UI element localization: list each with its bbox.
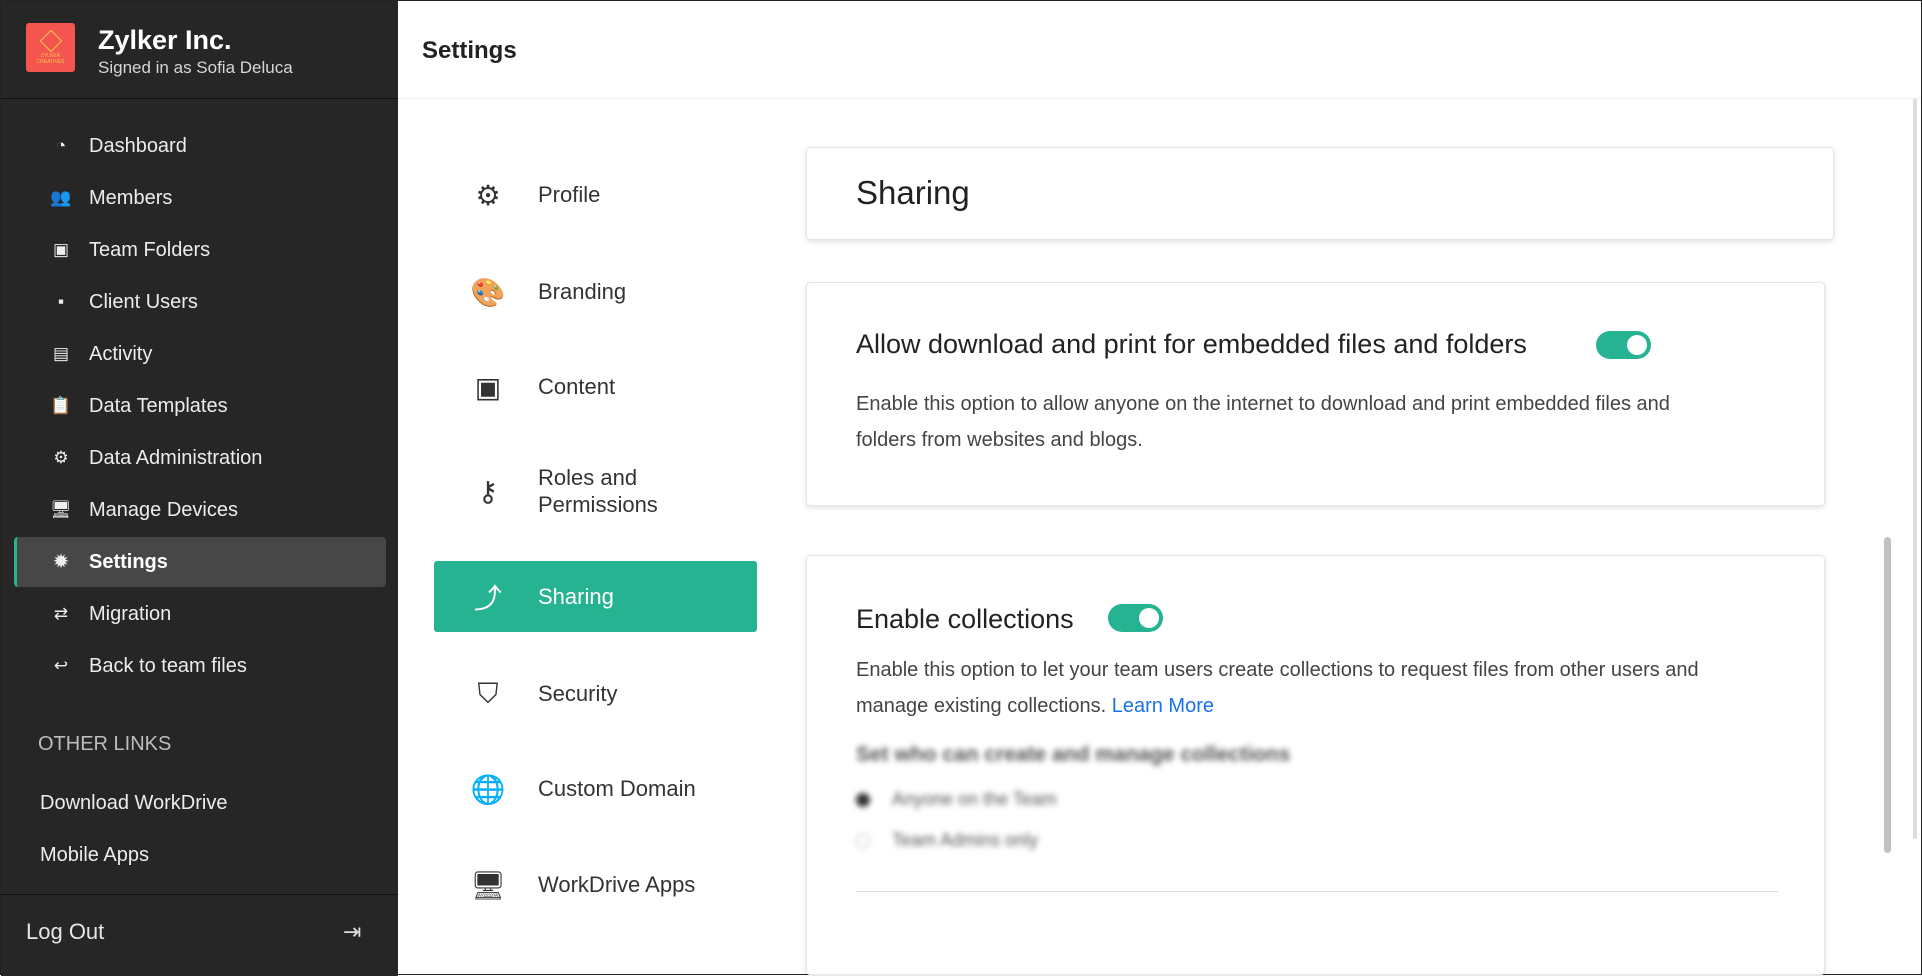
other-links-heading: OTHER LINKS [38,733,172,755]
sidebar-item-label: Client Users [89,290,198,313]
sidebar-item-members[interactable]: 👥 Members [14,173,386,223]
radio-selected-icon[interactable] [856,792,870,807]
settings-menu-roles-and-permissions[interactable]: ⚷ Roles and Permissions [434,465,757,517]
sidebar-item-data-templates[interactable]: 📋 Data Templates [14,381,386,431]
sidebar-item-dashboard[interactable]: ◔ Dashboard [14,121,386,171]
sidebar-item-label: Data Administration [89,446,263,469]
org-header: ZYLKER CREATIVES Zylker Inc. Signed in a… [1,1,398,99]
settings-menu-label: WorkDrive Apps [538,872,696,897]
data-gear-icon: ⚙ [53,448,69,467]
settings-menu-label: Custom Domain [538,776,696,801]
collections-permission-heading: Set who can create and manage collection… [856,743,1291,766]
profile-gear-icon: ⚙ [475,179,501,211]
settings-menu-label: Security [538,681,618,706]
sidebar-item-label: Settings [89,550,168,573]
palette-icon: 🎨 [470,276,506,308]
embedded-download-title: Allow download and print for embedded fi… [856,329,1527,359]
sidebar: ZYLKER CREATIVES Zylker Inc. Signed in a… [1,1,398,976]
sidebar-item-client-users[interactable]: ▪ Client Users [14,277,386,327]
settings-menu-label: Profile [538,182,601,207]
settings-menu-profile[interactable]: ⚙ Profile [434,170,757,220]
sidebar-item-team-folders[interactable]: ▣ Team Folders [14,225,386,275]
settings-menu-label: Branding [538,279,627,304]
globe-icon: 🌐 [470,773,506,805]
return-icon: ↩ [53,656,69,675]
migration-icon: ⇄ [53,604,69,623]
scrollbar[interactable] [1884,537,1891,853]
sidebar-item-data-administration[interactable]: ⚙ Data Administration [14,433,386,483]
collections-desc: Enable this option to let your team user… [856,659,1699,717]
settings-menu-content[interactable]: ▣ Content [434,362,757,412]
user-card-icon: ▪ [57,292,65,311]
sidebar-item-label: Team Folders [89,238,211,261]
main-header [398,1,1921,99]
sidebar-item-manage-devices[interactable]: 🖥 Manage Devices [14,485,386,535]
clipboard-icon: 📋 [50,396,72,415]
sidebar-item-label: Migration [89,602,172,625]
divider [1,894,398,895]
radio-admins[interactable]: Team Admins only [856,830,1038,851]
collections-card: Enable collections Enable this option to… [806,555,1825,975]
settings-menu-security[interactable]: ⛉ Security [434,669,757,719]
embedded-download-card: Allow download and print for embedded fi… [806,282,1825,506]
settings-menu-label: Sharing [538,583,614,609]
radio-anyone[interactable]: Anyone on the Team [856,789,1057,810]
page-title: Settings [422,37,517,64]
settings-menu-workdrive-apps[interactable]: 🖥 WorkDrive Apps [434,860,757,910]
settings-menu-label: Content [538,374,616,399]
sidebar-item-label: Back to team files [89,654,247,677]
collections-title: Enable collections [856,604,1074,634]
sidebar-item-label: Data Templates [89,394,228,417]
sidebar-item-label: Manage Devices [89,498,238,521]
org-name: Zylker Inc. [98,25,232,55]
settings-menu-custom-domain[interactable]: 🌐 Custom Domain [434,764,757,814]
team-folder-icon: ▣ [52,240,70,259]
section-title-card: Sharing [806,147,1834,240]
sidebar-item-back-to-team-files[interactable]: ↩ Back to team files [14,641,386,691]
sidebar-item-activity[interactable]: ▤ Activity [14,329,386,379]
page-scrollbar[interactable] [1913,99,1917,839]
safe-icon: ▣ [474,371,502,403]
sidebar-item-label: Members [89,186,173,209]
users-icon: 👥 [50,188,72,207]
mobile-apps-link[interactable]: Mobile Apps [40,844,149,867]
logout-button[interactable]: Log Out [26,919,104,945]
sidebar-item-label: Dashboard [89,134,187,157]
shield-icon: ⛉ [477,677,499,709]
settings-menu-label: Roles and Permissions [538,465,658,517]
sidebar-item-settings[interactable]: ✹ Settings [14,537,386,587]
settings-menu-sharing[interactable]: ⤴ Sharing [434,561,757,632]
embedded-download-desc: Enable this option to allow anyone on th… [856,393,1670,451]
section-title: Sharing [856,174,970,211]
key-icon: ⚷ [477,475,499,507]
embedded-download-toggle[interactable] [1596,331,1651,359]
signed-in-text: Signed in as Sofia Deluca [98,58,293,77]
radio-unselected-icon[interactable] [856,833,870,848]
devices-icon: 🖥 [470,869,506,901]
share-icon: ⤴ [473,582,502,614]
chart-icon: ▤ [52,344,70,363]
settings-menu-branding[interactable]: 🎨 Branding [434,267,757,317]
divider [856,891,1778,892]
logout-icon[interactable]: ⇥ [343,919,371,945]
gauge-icon: ◔ [55,136,67,155]
learn-more-link[interactable]: Learn More [1112,695,1214,717]
sidebar-item-label: Activity [89,342,153,365]
sidebar-item-migration[interactable]: ⇄ Migration [14,589,386,639]
org-logo: ZYLKER CREATIVES [26,23,75,72]
gear-icon: ✹ [53,552,69,571]
collections-toggle[interactable] [1108,604,1163,632]
download-workdrive-link[interactable]: Download WorkDrive [40,792,227,815]
devices-icon: 🖥 [50,500,72,519]
